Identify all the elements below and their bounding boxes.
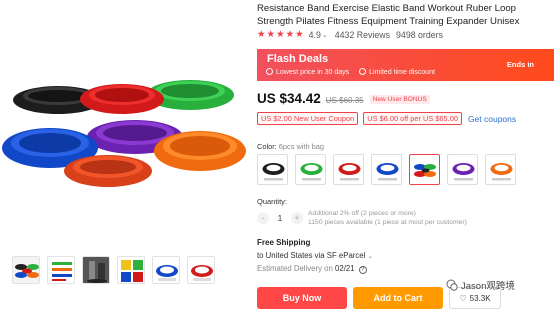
wishlist-count: 53.3K [469,293,491,303]
color-label: Color: 6pcs with bag [257,142,324,151]
flash-deals-banner: Flash Deals Lowest price in 30 days Limi… [257,49,554,81]
star-icon: ★ [295,29,304,40]
price-row: US $34.42 US $60.35 New User BONUS [257,91,430,106]
heart-icon: ♡ [459,293,467,303]
product-title: Resistance Band Exercise Elastic Band Wo… [257,3,520,27]
main-product-image[interactable] [0,55,246,243]
star-icon: ★ [257,29,266,40]
quantity-info: Additional 2% off (2 pieces or more) 115… [308,209,467,227]
get-coupons-link[interactable]: Get coupons [468,114,516,124]
buy-now-button[interactable]: Buy Now [257,287,347,309]
color-swatches [257,154,516,185]
chevron-down-icon[interactable]: ⌄ [368,253,373,260]
swatch-black[interactable] [257,154,288,185]
flash-deals-title: Flash Deals [267,53,329,65]
coupons-row: US $2.00 New User Coupon US $6.00 off pe… [257,112,516,125]
quantity-label: Quantity: [257,197,288,206]
shipping-destination-text[interactable]: to United States via SF eParcel [257,251,365,260]
clock-icon [359,68,367,75]
add-to-cart-button[interactable]: Add to Cart [353,287,443,309]
reviews-count[interactable]: 4432 Reviews [335,30,390,40]
swatch-green[interactable] [295,154,326,185]
thumbnail-5[interactable] [152,256,180,284]
wechat-icon [446,279,458,291]
swatch-blue[interactable] [371,154,402,185]
quantity-plus-button[interactable]: + [291,212,303,224]
swatch-mixed[interactable] [409,154,440,185]
lowest-price-text: Lowest price in 30 days [276,69,350,76]
new-user-coupon[interactable]: US $2.00 New User Coupon [257,112,359,125]
thumbnail-1[interactable] [12,256,40,284]
thumbnail-6[interactable] [187,256,215,284]
flash-deals-subtitle: Lowest price in 30 days Limited time dis… [266,68,435,76]
quantity-stepper: - 1 + Additional 2% off (2 pieces or mor… [257,209,467,227]
shipping-title: Free Shipping [257,238,311,247]
swatch-orange[interactable] [485,154,516,185]
rating-value[interactable]: 4.9 [309,30,321,40]
thumbnail-4[interactable] [117,256,145,284]
delivery-label: Estimated Delivery on [257,264,333,273]
check-circle-icon [266,68,273,75]
delivery-date: 02/21 [335,264,355,273]
swatch-purple[interactable] [447,154,478,185]
thumbnail-2[interactable] [47,256,75,284]
thumbnail-strip [12,256,215,284]
color-label-text: Color: [257,142,277,151]
watermark-text: Jason观跨境 [461,281,515,292]
orders-count: 9498 orders [396,30,443,40]
swatch-red[interactable] [333,154,364,185]
star-icon: ★ [285,29,295,40]
watermark: Jason观跨境 [446,278,515,292]
shipping-destination[interactable]: to United States via SF eParcel ⌄ [257,251,373,260]
quantity-minus-button[interactable]: - [257,212,269,224]
quantity-discount-text: Additional 2% off (2 pieces or more) [308,210,416,217]
quantity-available-text: 1150 pieces available (1 piece at most p… [308,219,467,226]
rating-stars: ★ ★ ★ ★ ★ [257,30,304,40]
new-user-bonus-badge: New User BONUS [369,95,430,104]
question-icon[interactable]: ? [358,266,367,274]
estimated-delivery: Estimated Delivery on 02/21 ? [257,264,367,274]
ends-in-label: Ends in [506,60,534,69]
star-icon: ★ [276,29,285,40]
store-coupon[interactable]: US $6.00 off per US $65.00 [363,112,462,125]
current-price: US $34.42 [257,91,321,106]
thumbnail-3[interactable] [82,256,110,284]
original-price: US $60.35 [325,96,364,105]
limited-time-text: Limited time discount [369,69,435,76]
chevron-down-icon[interactable]: ⌄ [322,31,328,39]
rating-row: ★ ★ ★ ★ ★ 4.9 ⌄ 4432 Reviews 9498 orders [257,30,443,41]
quantity-value[interactable]: 1 [269,214,291,223]
star-icon: ★ [266,29,276,40]
selected-color-name: 6pcs with bag [278,142,324,151]
